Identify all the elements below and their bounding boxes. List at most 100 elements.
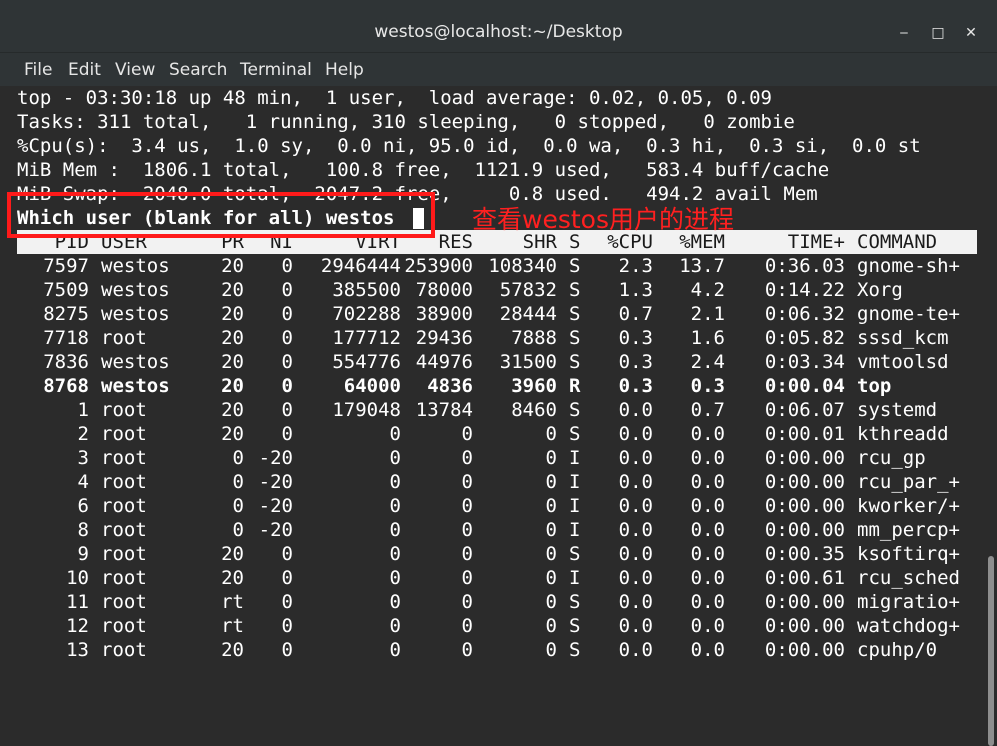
window-title: westos@localhost:~/Desktop	[374, 22, 623, 42]
cell-virt: 0	[389, 591, 401, 613]
menu-search[interactable]: Search	[169, 60, 227, 80]
menu-help[interactable]: Help	[325, 60, 364, 80]
cell-virt: 0	[389, 615, 401, 637]
annotation-highlight-box	[7, 192, 435, 238]
menubar: File Edit View Search Terminal Help	[0, 52, 997, 87]
cell-command: watchdog+	[857, 615, 960, 637]
cell-pr: 20	[221, 279, 244, 301]
cell-command: Xorg	[857, 279, 903, 301]
cell-mem: 2.4	[690, 351, 725, 373]
terminal-area[interactable]: top - 03:30:18 up 48 min, 1 user, load a…	[0, 86, 997, 673]
cell-virt: 2946444	[320, 255, 401, 277]
close-icon[interactable]: ✕	[962, 24, 980, 42]
cell-pid: 6	[77, 495, 89, 517]
cell-time: 0:00.00	[764, 519, 845, 541]
cell-command: ksoftirq+	[857, 543, 960, 565]
cell-virt: 0	[389, 639, 401, 661]
cell-virt: 64000	[343, 375, 401, 397]
cell-pr: 0	[232, 519, 244, 541]
cell-shr: 7888	[511, 327, 557, 349]
cell-shr: 3960	[511, 375, 557, 397]
maximize-icon[interactable]: □	[929, 24, 947, 42]
cell-cpu: 0.0	[618, 639, 653, 661]
menu-edit[interactable]: Edit	[68, 60, 101, 80]
cell-state: S	[569, 543, 581, 565]
cell-time: 0:05.82	[764, 327, 845, 349]
menu-file[interactable]: File	[24, 60, 52, 80]
cell-pid: 9	[77, 543, 89, 565]
cell-shr: 0	[545, 423, 557, 445]
cell-cpu: 0.0	[618, 447, 653, 469]
summary-tasks: Tasks: 311 total, 1 running, 310 sleepin…	[17, 111, 795, 133]
cell-pr: 20	[221, 399, 244, 421]
cell-user: westos	[101, 375, 170, 397]
cell-user: root	[101, 495, 147, 517]
cell-res: 0	[461, 591, 473, 613]
cell-shr: 0	[545, 567, 557, 589]
cell-command: migratio+	[857, 591, 960, 613]
menu-terminal[interactable]: Terminal	[240, 60, 312, 80]
cell-time: 0:00.00	[764, 495, 845, 517]
cell-mem: 0.0	[690, 591, 725, 613]
cell-pr: 20	[221, 327, 244, 349]
cell-pr: 20	[221, 423, 244, 445]
cell-user: root	[101, 615, 147, 637]
cell-time: 0:00.00	[764, 615, 845, 637]
column-header-time: TIME+	[787, 231, 845, 253]
cell-pr: 20	[221, 543, 244, 565]
cell-user: root	[101, 399, 147, 421]
cell-time: 0:03.34	[764, 351, 845, 373]
cell-command: cpuhp/0	[857, 639, 938, 661]
process-row: 8768 westos 20 0 64000 4836 3960 R 0.3 0.3 0:00.04…	[17, 374, 977, 398]
cell-res: 0	[461, 447, 473, 469]
cell-ni: 0	[281, 279, 293, 301]
cell-shr: 0	[545, 591, 557, 613]
cell-time: 0:00.00	[764, 639, 845, 661]
cell-ni: 0	[281, 615, 293, 637]
menu-view[interactable]: View	[115, 60, 155, 80]
cell-mem: 0.0	[690, 567, 725, 589]
cell-time: 0:00.00	[764, 591, 845, 613]
cell-pid: 12	[66, 615, 89, 637]
process-row: 1 root 20 0 179048 13784 8460 S 0.0 0.7 0:06.07 sys…	[17, 398, 977, 422]
cell-user: root	[101, 639, 147, 661]
annotation-text: 查看westos用户的进程	[472, 205, 734, 234]
cell-command: top	[857, 375, 892, 397]
cell-virt: 554776	[332, 351, 401, 373]
cell-pr: 20	[221, 375, 244, 397]
cell-mem: 0.0	[690, 471, 725, 493]
cell-ni: 0	[281, 375, 293, 397]
cell-res: 44976	[415, 351, 473, 373]
cell-pid: 1	[77, 399, 89, 421]
cell-virt: 0	[389, 495, 401, 517]
cell-cpu: 0.3	[618, 327, 653, 349]
cell-cpu: 0.0	[618, 423, 653, 445]
cell-pr: 0	[232, 447, 244, 469]
cell-shr: 0	[545, 615, 557, 637]
process-row: 7597 westos 20 0 2946444 253900 108340 S 2.3 13.7…	[17, 254, 977, 278]
cell-ni: -20	[258, 471, 293, 493]
column-header-command: COMMAND	[857, 231, 938, 253]
cell-pid: 7836	[43, 351, 89, 373]
cell-time: 0:14.22	[764, 279, 845, 301]
cell-state: S	[569, 255, 581, 277]
cell-cpu: 0.0	[618, 471, 653, 493]
cell-ni: 0	[281, 327, 293, 349]
cell-res: 38900	[415, 303, 473, 325]
process-row: 3 root 0 -20 0 0 0 I 0.0 0.0 0:00.00 rcu_gp	[17, 446, 977, 470]
cell-pid: 7718	[43, 327, 89, 349]
scrollbar-thumb[interactable]	[988, 556, 994, 746]
cell-res: 4836	[427, 375, 473, 397]
cell-state: S	[569, 327, 581, 349]
cell-ni: 0	[281, 423, 293, 445]
minimize-icon[interactable]: ‒	[895, 24, 913, 42]
cell-ni: -20	[258, 447, 293, 469]
cell-state: I	[569, 495, 581, 517]
cell-state: S	[569, 639, 581, 661]
cell-shr: 0	[545, 471, 557, 493]
cell-ni: 0	[281, 591, 293, 613]
scrollbar[interactable]	[985, 86, 997, 746]
cell-state: S	[569, 279, 581, 301]
summary-mem: MiB Mem : 1806.1 total, 100.8 free, 1121…	[17, 159, 830, 181]
cell-shr: 0	[545, 543, 557, 565]
